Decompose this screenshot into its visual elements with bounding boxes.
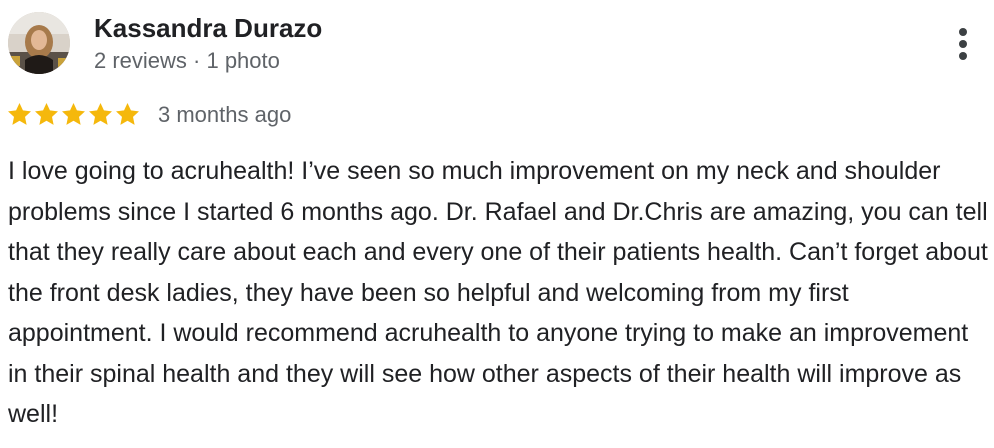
reviewer-name[interactable]: Kassandra Durazo [94, 12, 322, 44]
review-date: 3 months ago [158, 102, 292, 127]
star-rating [6, 100, 141, 128]
more-options-button[interactable] [950, 24, 978, 64]
more-vertical-icon-dot [959, 52, 967, 60]
reviewer-meta: 2 reviews · 1 photo [94, 48, 280, 73]
star-icon [89, 102, 112, 125]
more-vertical-icon-dot [959, 40, 967, 48]
star-icon [8, 102, 31, 125]
review-text: I love going to acruhealth! I’ve seen so… [8, 157, 988, 428]
star-icon [116, 102, 139, 125]
more-vertical-icon [959, 28, 967, 36]
star-icon [62, 102, 85, 125]
star-icon [35, 102, 58, 125]
avatar-photo [8, 12, 70, 74]
avatar[interactable] [8, 12, 70, 74]
